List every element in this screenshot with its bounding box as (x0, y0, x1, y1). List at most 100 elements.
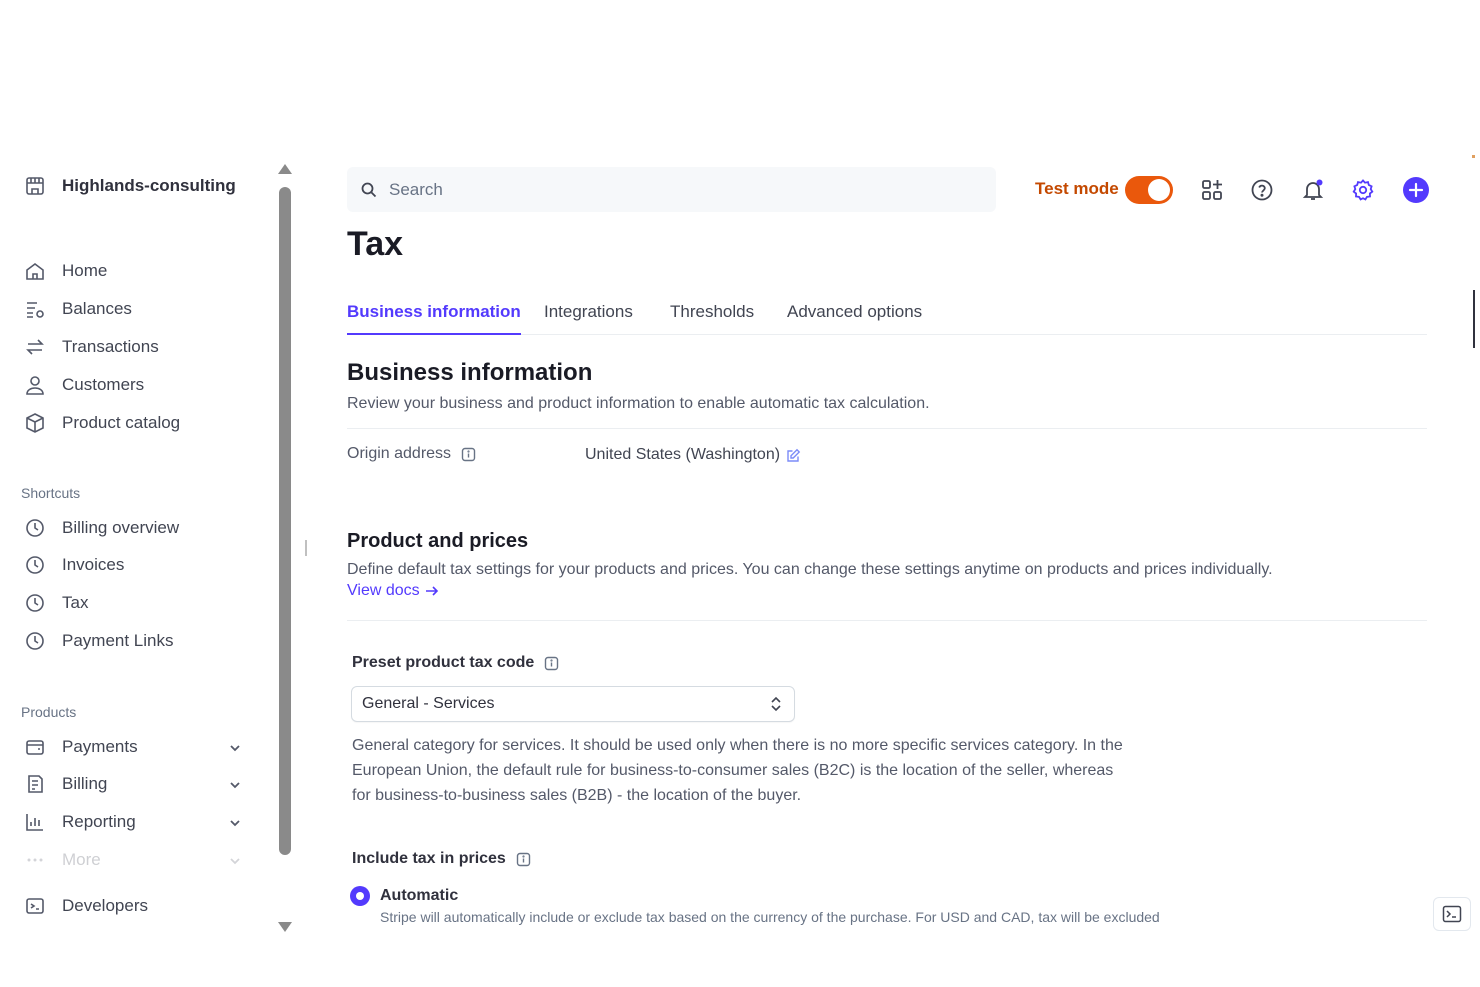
sidebar-item-label: Billing (62, 774, 108, 793)
sidebar-item-customers[interactable]: Customers (24, 373, 144, 397)
sidebar-item-label: More (62, 850, 101, 869)
sidebar-item-label: Payment Links (62, 631, 174, 650)
search-icon (361, 182, 377, 197)
chevron-up-down-icon (771, 696, 781, 712)
info-icon[interactable] (461, 447, 476, 462)
sidebar-item-payments[interactable]: Payments (24, 735, 138, 759)
product-catalog-icon (26, 413, 44, 433)
sidebar-item-product-catalog[interactable]: Product catalog (24, 411, 180, 435)
clock-icon (26, 632, 44, 650)
test-mode-toggle[interactable] (1125, 176, 1173, 204)
preset-help-line-1: General category for services. It should… (352, 737, 1123, 754)
create-plus-icon[interactable] (1402, 176, 1430, 204)
sidebar-scrollbar[interactable] (279, 187, 291, 855)
tab-bar: Business information Integrations Thresh… (347, 300, 1427, 335)
view-docs-link[interactable]: View docs (347, 582, 440, 600)
preset-help-line-2: European Union, the default rule for bus… (352, 762, 1114, 779)
preset-help-line-3: for business-to-business sales (B2B) - t… (352, 787, 802, 804)
sidebar-item-reporting[interactable]: Reporting (24, 810, 136, 834)
tab-integrations[interactable]: Integrations (544, 302, 633, 335)
home-icon (26, 263, 44, 280)
sidebar-item-label: Reporting (62, 812, 136, 831)
sidebar-item-payment-links[interactable]: Payment Links (24, 629, 174, 653)
sidebar-item-label: Developers (62, 896, 148, 915)
chevron-down-icon[interactable] (228, 816, 242, 830)
sidebar-item-developers[interactable]: Developers (24, 894, 148, 918)
reporting-icon (26, 814, 43, 831)
sidebar: Highlands-consulting Home Balances Trans… (0, 155, 298, 933)
test-mode-label: Test mode (1035, 179, 1119, 198)
account-name: Highlands-consulting (62, 176, 236, 195)
automatic-description: Stripe will automatically include or exc… (380, 909, 1160, 925)
preset-tax-code-label-text: Preset product tax code (352, 654, 535, 671)
sidebar-item-invoices[interactable]: Invoices (24, 553, 124, 577)
settings-gear-icon[interactable] (1350, 177, 1376, 203)
sidebar-item-balances[interactable]: Balances (24, 297, 132, 321)
sidebar-item-transactions[interactable]: Transactions (24, 335, 159, 359)
page-title: Tax (347, 225, 404, 263)
preset-tax-code-select[interactable]: General - Services (351, 686, 795, 722)
customers-icon (26, 376, 44, 395)
search-input[interactable] (387, 178, 947, 201)
sidebar-item-label: Invoices (62, 555, 125, 574)
chevron-down-icon[interactable] (228, 741, 242, 755)
sidebar-item-label: Balances (62, 299, 132, 318)
billing-icon (28, 775, 43, 793)
store-icon (26, 177, 44, 195)
account-switcher[interactable]: Highlands-consulting (24, 175, 236, 197)
clock-icon (26, 594, 44, 612)
sidebar-item-more[interactable]: More (24, 848, 101, 872)
chevron-down-icon[interactable] (228, 854, 242, 868)
sidebar-item-label: Home (62, 261, 108, 280)
products-label: Products (21, 704, 77, 720)
sidebar-item-label: Product catalog (62, 413, 181, 432)
payments-icon (26, 740, 44, 755)
sidebar-item-tax[interactable]: Tax (24, 591, 88, 615)
help-icon[interactable] (1249, 177, 1275, 203)
sidebar-item-home[interactable]: Home (24, 259, 107, 283)
chevron-down-icon[interactable] (228, 778, 242, 792)
apps-icon[interactable] (1199, 177, 1225, 203)
notifications-icon[interactable] (1300, 177, 1326, 203)
product-prices-description: Define default tax settings for your pro… (347, 561, 1273, 578)
tab-advanced-options[interactable]: Advanced options (787, 302, 922, 335)
developer-terminal-button[interactable] (1433, 897, 1471, 931)
radio-selected[interactable] (350, 886, 370, 906)
include-tax-label-text: Include tax in prices (352, 850, 506, 867)
sidebar-item-label: Tax (62, 593, 89, 612)
shortcuts-label: Shortcuts (21, 485, 81, 501)
include-tax-label: Include tax in prices (352, 850, 531, 868)
clock-icon (26, 519, 44, 537)
arrow-right-icon (425, 586, 438, 596)
scroll-down-arrow[interactable] (278, 922, 292, 932)
transactions-icon (26, 339, 44, 355)
sidebar-item-label: Transactions (62, 337, 159, 356)
preset-tax-code-value: General - Services (362, 695, 495, 712)
sidebar-resize-handle[interactable] (305, 540, 307, 556)
view-docs-text: View docs (347, 582, 420, 599)
tab-thresholds[interactable]: Thresholds (670, 302, 754, 335)
scroll-up-arrow[interactable] (278, 164, 292, 174)
edit-icon[interactable] (786, 448, 801, 463)
info-icon[interactable] (516, 852, 531, 867)
clock-icon (26, 556, 44, 574)
terminal-icon (1442, 905, 1462, 923)
info-icon[interactable] (544, 656, 559, 671)
automatic-label: Automatic (380, 887, 459, 904)
divider (347, 620, 1427, 621)
sidebar-item-billing-overview[interactable]: Billing overview (24, 516, 179, 540)
origin-address-label-text: Origin address (347, 445, 452, 462)
tab-business-information[interactable]: Business information (347, 302, 521, 335)
origin-address-value: United States (Washington) (585, 446, 801, 464)
divider (347, 428, 1427, 429)
product-prices-heading: Product and prices (347, 530, 529, 552)
page-scrollbar[interactable] (1473, 290, 1475, 348)
balances-icon (27, 302, 44, 318)
sidebar-item-billing[interactable]: Billing (24, 772, 107, 796)
preset-tax-code-label: Preset product tax code (352, 654, 559, 672)
automatic-radio-option[interactable]: Automatic (350, 886, 458, 906)
search-bar[interactable] (347, 167, 996, 212)
origin-address-text: United States (Washington) (585, 446, 781, 463)
terminal-icon (26, 898, 44, 914)
more-icon (27, 858, 43, 862)
